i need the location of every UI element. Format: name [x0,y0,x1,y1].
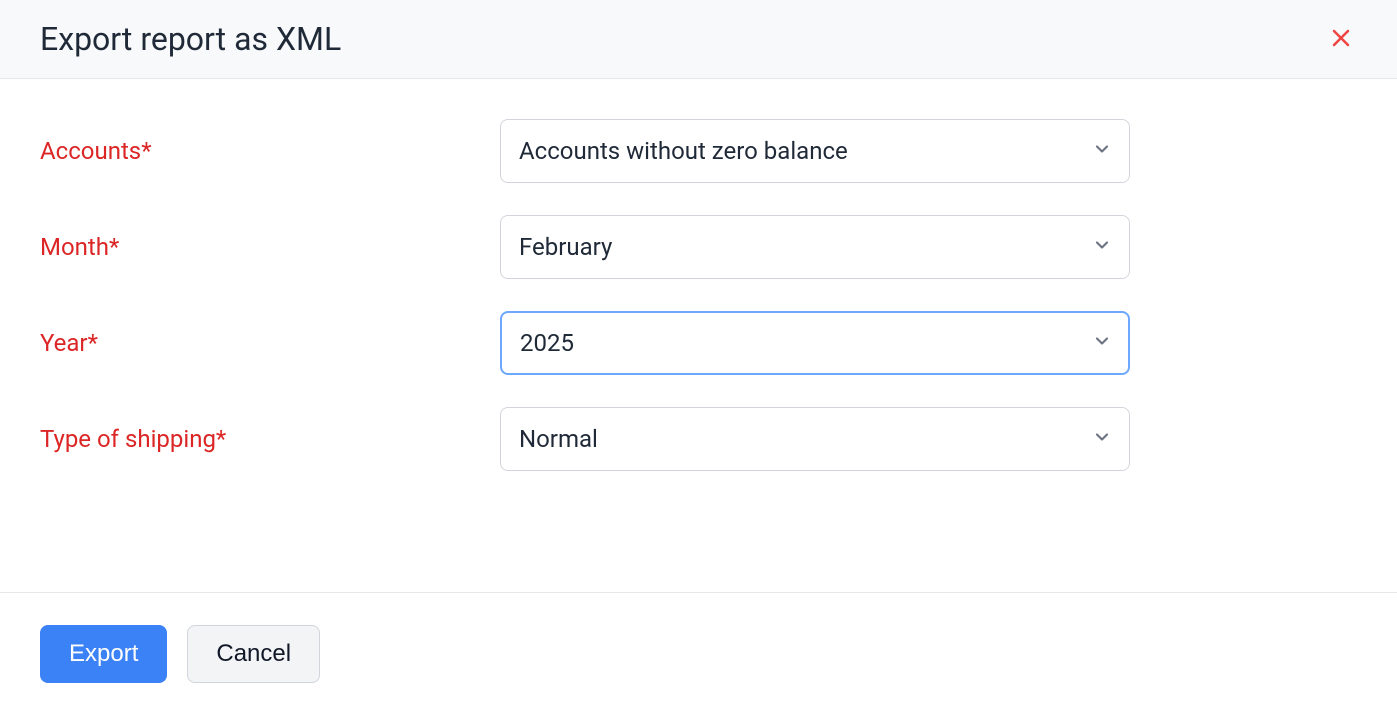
form-row-shipping: Type of shipping* Normal [40,407,1357,471]
month-label: Month* [40,233,500,261]
modal-footer: Export Cancel [0,592,1397,715]
close-button[interactable] [1325,22,1357,57]
year-select-value: 2025 [520,329,574,357]
export-modal: Export report as XML Accounts* Accounts … [0,0,1397,715]
accounts-select-value: Accounts without zero balance [519,137,848,165]
shipping-select-wrapper: Normal [500,407,1130,471]
year-select[interactable]: 2025 [500,311,1130,375]
modal-body: Accounts* Accounts without zero balance … [0,79,1397,592]
year-select-wrapper: 2025 [500,311,1130,375]
close-icon [1329,26,1353,53]
form-row-year: Year* 2025 [40,311,1357,375]
accounts-label: Accounts* [40,137,500,165]
form-row-accounts: Accounts* Accounts without zero balance [40,119,1357,183]
accounts-select-wrapper: Accounts without zero balance [500,119,1130,183]
year-label: Year* [40,329,500,357]
modal-title: Export report as XML [40,20,341,58]
modal-header: Export report as XML [0,0,1397,79]
month-select[interactable]: February [500,215,1130,279]
month-select-wrapper: February [500,215,1130,279]
accounts-select[interactable]: Accounts without zero balance [500,119,1130,183]
cancel-button[interactable]: Cancel [187,625,320,683]
shipping-select[interactable]: Normal [500,407,1130,471]
shipping-label: Type of shipping* [40,425,500,453]
export-button[interactable]: Export [40,625,167,683]
shipping-select-value: Normal [519,425,598,453]
month-select-value: February [519,233,612,261]
form-row-month: Month* February [40,215,1357,279]
